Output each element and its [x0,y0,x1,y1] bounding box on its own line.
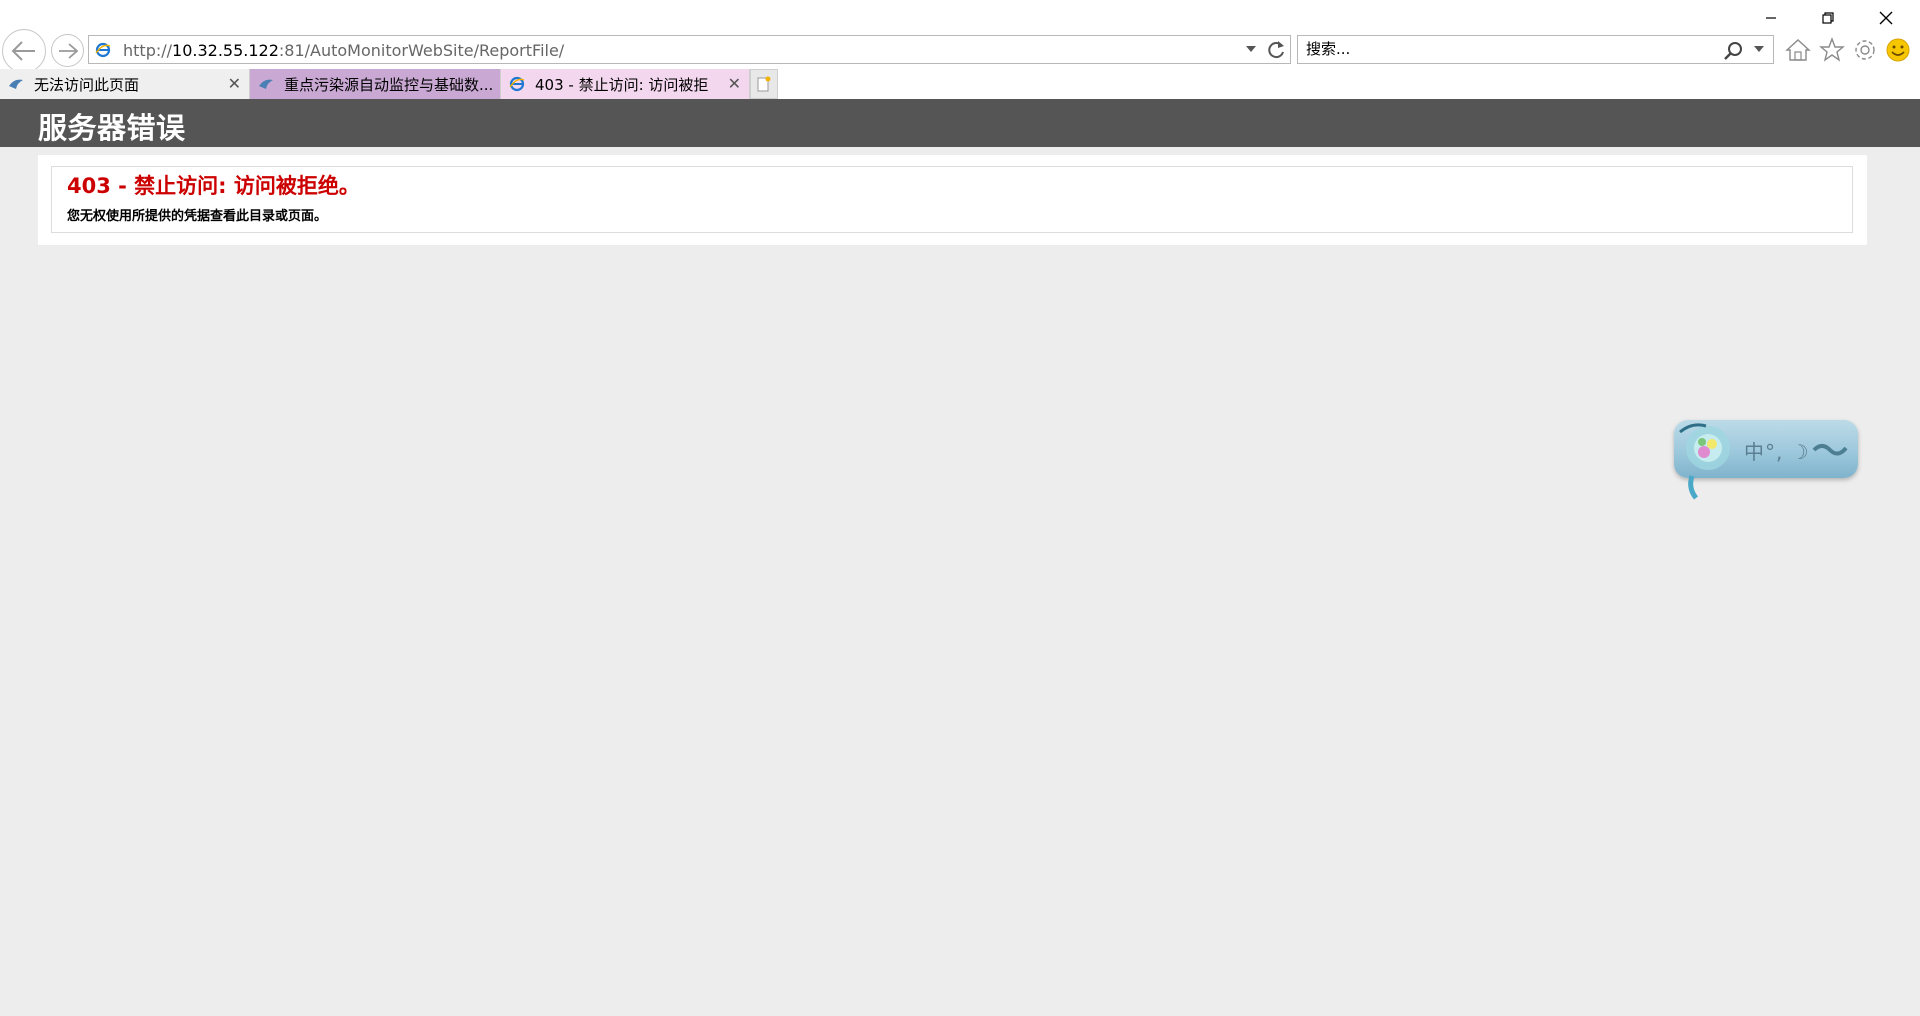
search-box[interactable] [1297,35,1774,64]
ie-page-icon [509,76,525,92]
chevron-down-icon[interactable] [1753,44,1765,54]
chevron-down-icon[interactable] [1245,44,1257,54]
restore-button[interactable] [1805,4,1851,32]
tools-button[interactable] [1851,36,1879,64]
tab-pollution-monitoring[interactable]: 重点污染源自动监控与基础数... [250,69,501,99]
ime-skin-icon [1812,444,1848,456]
home-icon [1785,39,1811,61]
home-button[interactable] [1784,36,1812,64]
refresh-icon[interactable] [1265,39,1287,61]
ime-status-widget[interactable]: 中°, ☽ [1672,418,1858,502]
gear-icon [1855,40,1875,60]
back-arrow-icon [11,41,35,61]
close-icon [1879,11,1893,25]
forward-arrow-icon [58,42,78,59]
url-path: :81/AutoMonitorWebSite/ReportFile/ [278,41,565,60]
tab-cannot-access[interactable]: 无法访问此页面 ✕ [0,69,250,99]
url-prefix: http:// [123,41,173,60]
page-error-icon [259,79,273,89]
close-window-button[interactable] [1863,4,1909,32]
minimize-icon [1766,17,1776,19]
close-tab-icon[interactable]: ✕ [728,74,741,93]
tab-label: 403 - 禁止访问: 访问被拒 [535,75,709,94]
feedback-button[interactable] [1884,36,1912,64]
tab-403-forbidden[interactable]: 403 - 禁止访问: 访问被拒 ✕ [501,69,750,99]
search-icon[interactable] [1723,41,1743,61]
tab-strip: 无法访问此页面 ✕ 重点污染源自动监控与基础数... 403 - 禁止访问: 访… [0,69,1920,99]
smiley-icon [1886,38,1910,62]
favorites-button[interactable] [1818,36,1846,64]
star-icon [1819,37,1845,62]
restore-icon [1822,12,1834,24]
ie-page-icon [95,42,111,58]
error-title: 403 - 禁止访问: 访问被拒绝。 [67,174,360,198]
back-button[interactable] [2,29,46,73]
address-url[interactable]: http://10.32.55.122:81/AutoMonitorWebSit… [123,41,564,60]
error-description: 您无权使用所提供的凭据查看此目录或页面。 [67,209,328,224]
new-tab-button[interactable] [750,69,778,99]
page-error-icon [9,79,23,89]
address-bar[interactable]: http://10.32.55.122:81/AutoMonitorWebSit… [88,35,1291,64]
error-box: 403 - 禁止访问: 访问被拒绝。 您无权使用所提供的凭据查看此目录或页面。 [51,166,1853,233]
tab-label: 重点污染源自动监控与基础数... [284,75,494,94]
content-card: 403 - 禁止访问: 访问被拒绝。 您无权使用所提供的凭据查看此目录或页面。 [38,155,1867,245]
ime-status-text: 中°, ☽ [1744,440,1810,464]
search-input[interactable] [1306,40,1706,58]
minimize-button[interactable] [1748,4,1794,32]
url-host: 10.32.55.122 [172,41,279,60]
tab-label: 无法访问此页面 [34,75,140,94]
forward-button[interactable] [51,34,84,67]
page-title: 服务器错误 [38,111,186,145]
header-band: 服务器错误 [0,99,1920,147]
ime-mascot-icon [1679,423,1730,500]
browser-chrome: http://10.32.55.122:81/AutoMonitorWebSit… [0,0,1920,99]
close-tab-icon[interactable]: ✕ [228,74,241,93]
new-tab-icon [757,76,771,92]
